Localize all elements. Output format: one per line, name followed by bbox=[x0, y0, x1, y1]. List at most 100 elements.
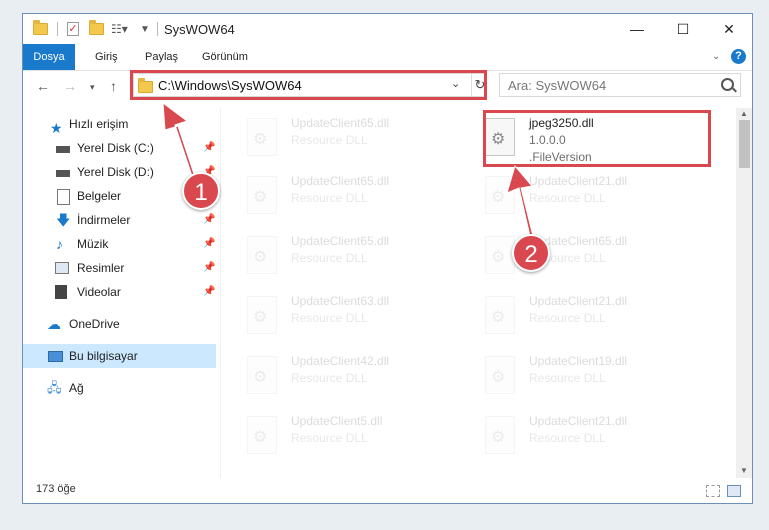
dll-file-icon bbox=[247, 296, 277, 334]
maximize-button[interactable]: ☐ bbox=[660, 14, 706, 44]
forward-button[interactable]: → bbox=[63, 78, 77, 94]
search-box[interactable]: Ara: SysWOW64 bbox=[499, 73, 741, 97]
dll-file-icon bbox=[485, 416, 515, 454]
file-description: Resource DLL bbox=[291, 371, 368, 385]
file-item[interactable]: UpdateClient42.dll Resource DLL bbox=[243, 354, 473, 404]
details-view-icon[interactable] bbox=[706, 485, 720, 497]
file-name: UpdateClient19.dll bbox=[529, 354, 628, 368]
scroll-thumb[interactable] bbox=[739, 120, 750, 168]
large-icons-view-icon[interactable] bbox=[727, 485, 741, 497]
file-item[interactable]: UpdateClient63.dll Resource DLL bbox=[243, 294, 473, 344]
tab-home[interactable]: Giriş bbox=[89, 47, 124, 67]
file-item[interactable]: UpdateClient65.dll Resource DLL bbox=[243, 234, 473, 284]
properties-icon[interactable]: ✓ bbox=[67, 20, 79, 38]
tab-file[interactable]: Dosya bbox=[23, 44, 75, 70]
file-description: Resource DLL bbox=[291, 191, 368, 205]
file-name: UpdateClient65.dll bbox=[291, 234, 390, 248]
back-button[interactable]: ← bbox=[36, 78, 50, 94]
dll-file-icon bbox=[247, 176, 277, 214]
drive-icon bbox=[56, 146, 70, 153]
ribbon-tabs: Dosya Giriş Paylaş Görünüm ⌄ ? bbox=[23, 44, 752, 71]
file-name: UpdateClient63.dll bbox=[291, 294, 390, 308]
nav-this-pc[interactable]: Bu bilgisayar bbox=[23, 344, 216, 368]
pin-icon: 📌 bbox=[203, 142, 216, 153]
file-name: UpdateClient42.dll bbox=[291, 354, 390, 368]
pane-divider[interactable] bbox=[220, 108, 221, 478]
nav-quick-access[interactable]: ★ Hızlı erişim bbox=[23, 112, 216, 136]
vertical-scrollbar[interactable]: ▲ ▼ bbox=[736, 108, 752, 478]
nav-item-downloads[interactable]: 🡇 İndirmeler 📌 bbox=[23, 208, 216, 232]
step-badge-2: 2 bbox=[512, 234, 550, 272]
file-name: UpdateClient21.dll bbox=[529, 294, 628, 308]
nav-label: Yerel Disk (C:) bbox=[77, 141, 154, 155]
file-description: Resource DLL bbox=[529, 371, 606, 385]
tab-share[interactable]: Paylaş bbox=[139, 47, 184, 67]
pin-icon: 📌 bbox=[203, 262, 216, 273]
navigation-pane: ★ Hızlı erişim Yerel Disk (C:) 📌 Yerel D… bbox=[23, 108, 220, 478]
nav-label: Yerel Disk (D:) bbox=[77, 165, 154, 179]
step-badge-1: 1 bbox=[182, 172, 220, 210]
expand-ribbon-icon[interactable]: ⌄ bbox=[712, 51, 720, 62]
title-separator bbox=[157, 20, 158, 38]
file-item[interactable]: UpdateClient21.dll Resource DLL bbox=[481, 294, 711, 344]
nav-label: Hızlı erişim bbox=[69, 117, 129, 131]
nav-label: Müzik bbox=[77, 237, 109, 251]
file-item[interactable]: UpdateClient21.dll Resource DLL bbox=[481, 174, 711, 224]
status-bar: 173 öğe bbox=[23, 478, 752, 503]
file-description: Resource DLL bbox=[291, 133, 368, 147]
nav-label: Ağ bbox=[69, 381, 84, 395]
dll-file-icon bbox=[247, 118, 277, 156]
download-icon: 🡇 bbox=[56, 212, 71, 228]
help-icon[interactable]: ? bbox=[731, 49, 746, 64]
nav-label: Videolar bbox=[77, 285, 121, 299]
minimize-button[interactable]: — bbox=[614, 14, 660, 44]
dll-file-icon bbox=[485, 356, 515, 394]
file-name: UpdateClient21.dll bbox=[529, 174, 628, 188]
pin-icon: 📌 bbox=[203, 214, 216, 225]
address-highlight-box bbox=[130, 70, 487, 100]
nav-item-videos[interactable]: Videolar 📌 bbox=[23, 280, 216, 304]
search-placeholder: Ara: SysWOW64 bbox=[508, 78, 607, 93]
scroll-down-icon[interactable]: ▼ bbox=[740, 466, 748, 475]
dll-file-icon bbox=[485, 296, 515, 334]
music-icon: ♪ bbox=[56, 236, 63, 252]
nav-item-disk-c[interactable]: Yerel Disk (C:) 📌 bbox=[23, 136, 216, 160]
file-item[interactable]: UpdateClient65.dll Resource DLL bbox=[243, 174, 473, 224]
nav-onedrive[interactable]: ☁ OneDrive bbox=[23, 312, 216, 336]
file-description: Resource DLL bbox=[529, 431, 606, 445]
dll-file-icon bbox=[247, 416, 277, 454]
quick-access-dropdown-icon[interactable]: ▼ bbox=[140, 20, 150, 38]
up-button[interactable]: ↑ bbox=[110, 78, 117, 94]
file-item[interactable]: UpdateClient21.dll Resource DLL bbox=[481, 414, 711, 464]
file-item[interactable]: UpdateClient19.dll Resource DLL bbox=[481, 354, 711, 404]
cloud-icon: ☁ bbox=[47, 316, 61, 332]
pictures-icon bbox=[55, 262, 69, 274]
file-item[interactable]: UpdateClient65.dll Resource DLL bbox=[243, 116, 473, 166]
search-icon[interactable] bbox=[721, 78, 734, 91]
file-item[interactable]: UpdateClient5.dll Resource DLL bbox=[243, 414, 473, 464]
nav-item-music[interactable]: ♪ Müzik 📌 bbox=[23, 232, 216, 256]
file-name: UpdateClient5.dll bbox=[291, 414, 383, 428]
folder-icon bbox=[33, 20, 48, 38]
nav-label: Belgeler bbox=[77, 189, 122, 203]
file-name: UpdateClient65.dll bbox=[291, 174, 390, 188]
sep bbox=[57, 20, 58, 38]
tab-view[interactable]: Görünüm bbox=[196, 47, 254, 67]
explorer-window: ✓ ☷▾ ▼ SysWOW64 — ☐ ✕ Dosya Giriş Paylaş… bbox=[22, 13, 753, 504]
new-folder-icon[interactable] bbox=[89, 20, 104, 38]
recent-locations-icon[interactable]: ▾ bbox=[90, 82, 95, 93]
dll-file-icon bbox=[247, 356, 277, 394]
pin-icon: 📌 bbox=[203, 286, 216, 297]
nav-network[interactable]: 🖧 Ağ bbox=[23, 376, 216, 400]
file-name: UpdateClient21.dll bbox=[529, 414, 628, 428]
file-name: UpdateClient65.dll bbox=[291, 116, 390, 130]
scroll-up-icon[interactable]: ▲ bbox=[740, 109, 748, 118]
item-count: 173 öğe bbox=[36, 483, 76, 495]
close-button[interactable]: ✕ bbox=[706, 14, 752, 44]
file-description: Resource DLL bbox=[291, 251, 368, 265]
star-icon: ★ bbox=[50, 120, 63, 136]
file-highlight-box bbox=[483, 110, 711, 167]
nav-item-pictures[interactable]: Resimler 📌 bbox=[23, 256, 216, 280]
customize-toolbar-icon[interactable]: ☷▾ bbox=[111, 20, 128, 38]
title-bar: ✓ ☷▾ ▼ SysWOW64 — ☐ ✕ bbox=[23, 14, 752, 44]
